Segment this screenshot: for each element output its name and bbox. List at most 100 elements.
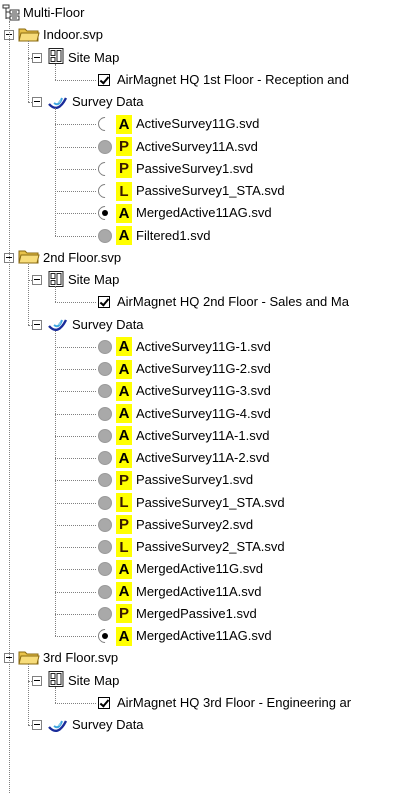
survey-radio[interactable] xyxy=(98,117,112,132)
tree-survey-item[interactable]: P ActiveSurvey11A.svd xyxy=(98,136,258,158)
survey-radio[interactable] xyxy=(98,495,112,510)
tree-survey-item[interactable]: P PassiveSurvey1.svd xyxy=(98,158,253,180)
survey-type-badge: A xyxy=(116,203,132,223)
survey-radio[interactable] xyxy=(98,406,112,421)
tree-survey-item[interactable]: P MergedPassive1.svd xyxy=(98,603,257,625)
survey-radio[interactable] xyxy=(98,428,112,443)
tree-survey-item[interactable]: A MergedActive11AG.svd xyxy=(98,625,272,647)
tree-survey-item[interactable]: P PassiveSurvey2.svd xyxy=(98,514,253,536)
survey-type-badge: P xyxy=(116,604,132,624)
survey-radio[interactable] xyxy=(98,473,112,488)
root-label: Multi-Floor xyxy=(23,5,85,20)
survey-type-badge: A xyxy=(116,114,132,134)
survey-file-label: PassiveSurvey1.svd xyxy=(136,160,254,176)
tree-line xyxy=(55,124,96,126)
tree-site-map[interactable]: Site Map xyxy=(47,47,119,69)
survey-type-badge: A xyxy=(116,337,132,357)
collapse-site-map-button[interactable] xyxy=(32,52,42,63)
tree-line xyxy=(28,324,32,326)
survey-type-badge: P xyxy=(116,470,132,490)
survey-radio[interactable] xyxy=(98,606,112,621)
survey-radio[interactable] xyxy=(98,339,112,354)
survey-radio[interactable] xyxy=(98,362,112,376)
tree-line xyxy=(28,664,29,725)
tree-survey-data[interactable]: Survey Data xyxy=(47,714,144,736)
tree-root[interactable]: Multi-Floor xyxy=(2,2,84,24)
site-map-item-label: AirMagnet HQ 2nd Floor - Sales and Ma xyxy=(117,294,349,310)
tree-line xyxy=(28,41,29,102)
tree-survey-item[interactable]: L PassiveSurvey2_STA.svd xyxy=(98,536,285,558)
survey-radio[interactable] xyxy=(98,161,112,176)
survey-file-label: ActiveSurvey11A-1.svd xyxy=(136,427,270,443)
tree-line xyxy=(55,302,96,304)
tree-site-map-item[interactable]: AirMagnet HQ 2nd Floor - Sales and Ma xyxy=(98,291,349,313)
tree-line xyxy=(55,213,96,215)
site-map-checkbox[interactable] xyxy=(98,296,110,309)
survey-type-badge: L xyxy=(116,181,132,201)
tree-line xyxy=(55,108,56,236)
survey-radio[interactable] xyxy=(98,139,112,154)
tree-survey-item[interactable]: A ActiveSurvey11G-4.svd xyxy=(98,403,271,425)
tree-survey-item[interactable]: A ActiveSurvey11G-1.svd xyxy=(98,336,271,358)
survey-radio[interactable] xyxy=(98,540,112,554)
survey-file-label: MergedActive11AG.svd xyxy=(136,628,272,643)
survey-radio[interactable] xyxy=(98,184,112,198)
site-map-checkbox[interactable] xyxy=(98,696,110,709)
survey-type-badge: A xyxy=(116,426,132,446)
collapse-survey-data-button[interactable] xyxy=(32,97,42,107)
survey-radio[interactable] xyxy=(98,629,112,643)
tree-site-map-item[interactable]: AirMagnet HQ 1st Floor - Reception and xyxy=(98,69,349,91)
survey-radio[interactable] xyxy=(98,384,112,399)
survey-file-label: ActiveSurvey11G.svd xyxy=(136,116,260,132)
tree-survey-item[interactable]: A MergedActive11A.svd xyxy=(98,581,262,603)
tree-survey-item[interactable]: A ActiveSurvey11G.svd xyxy=(98,113,259,135)
tree-site-map-item[interactable]: AirMagnet HQ 3rd Floor - Engineering ar xyxy=(98,692,351,714)
survey-radio[interactable] xyxy=(98,584,112,599)
tree-survey-item[interactable]: A ActiveSurvey11A-1.svd xyxy=(98,425,269,447)
tree-floor[interactable]: Indoor.svp xyxy=(18,24,103,46)
tree-survey-data[interactable]: Survey Data xyxy=(47,91,144,113)
survey-radio[interactable] xyxy=(98,228,112,243)
multi-floor-tree: Multi-Floor Indoor.svp Site Map AirMagnet H… xyxy=(0,0,409,793)
survey-type-badge: L xyxy=(116,537,132,557)
tree-site-map[interactable]: Site Map xyxy=(47,670,119,692)
collapse-site-map-button[interactable] xyxy=(32,675,42,686)
site-map-checkbox[interactable] xyxy=(98,73,110,86)
survey-file-label: MergedPassive1.svd xyxy=(136,605,257,621)
survey-file-label: PassiveSurvey1_STA.svd xyxy=(136,494,285,510)
survey-radio[interactable] xyxy=(98,451,112,465)
survey-type-badge: P xyxy=(116,515,132,535)
tree-survey-item[interactable]: P PassiveSurvey1.svd xyxy=(98,469,253,491)
tree-line xyxy=(55,613,96,615)
tree-survey-item[interactable]: A ActiveSurvey11A-2.svd xyxy=(98,447,269,469)
tree-survey-item[interactable]: A MergedActive11G.svd xyxy=(98,558,263,580)
tree-survey-item[interactable]: L PassiveSurvey1_STA.svd xyxy=(98,492,285,514)
tree-line xyxy=(55,235,96,237)
tree-line xyxy=(28,725,32,726)
tree-line xyxy=(55,636,96,637)
survey-type-badge: L xyxy=(116,493,132,512)
survey-radio[interactable] xyxy=(98,206,112,221)
tree-line xyxy=(55,286,56,303)
collapse-survey-data-button[interactable] xyxy=(32,720,42,730)
tree-survey-item[interactable]: A ActiveSurvey11G-2.svd xyxy=(98,358,271,380)
collapse-site-map-button[interactable] xyxy=(32,275,42,285)
tree-survey-item[interactable]: A MergedActive11AG.svd xyxy=(98,202,272,224)
tree-survey-item[interactable]: A ActiveSurvey11G-3.svd xyxy=(98,380,271,402)
survey-type-badge: A xyxy=(116,448,132,468)
tree-survey-item[interactable]: A Filtered1.svd xyxy=(98,225,210,247)
tree-line xyxy=(55,547,96,548)
folder-icon xyxy=(18,248,40,267)
tree-floor[interactable]: 2nd Floor.svp xyxy=(18,247,121,269)
tree-site-map[interactable]: Site Map xyxy=(47,269,119,291)
survey-file-label: PassiveSurvey1_STA.svd xyxy=(136,183,285,198)
survey-data-label: Survey Data xyxy=(72,717,144,732)
tree-floor[interactable]: 3rd Floor.svp xyxy=(18,647,118,669)
tree-survey-item[interactable]: L PassiveSurvey1_STA.svd xyxy=(98,180,285,202)
survey-radio[interactable] xyxy=(98,562,112,577)
survey-type-badge: P xyxy=(116,137,132,156)
survey-radio[interactable] xyxy=(98,517,112,532)
tree-survey-data[interactable]: Survey Data xyxy=(47,314,144,336)
collapse-survey-data-button[interactable] xyxy=(32,319,42,330)
survey-data-label: Survey Data xyxy=(72,316,144,332)
